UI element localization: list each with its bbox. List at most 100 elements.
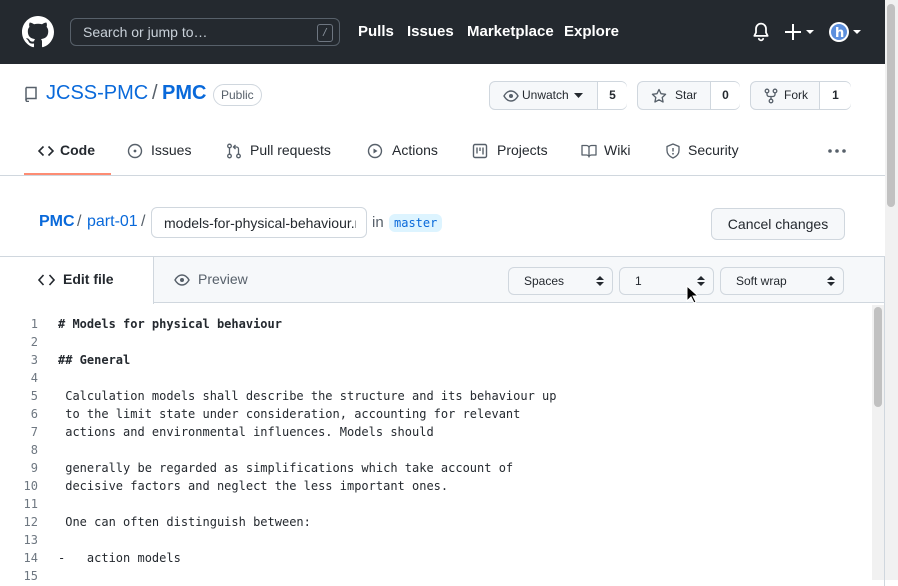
unwatch-button[interactable]: Unwatch (490, 82, 597, 109)
play-circle-icon (367, 143, 383, 159)
branch-badge: master (389, 214, 443, 232)
nav-explore[interactable]: Explore (564, 23, 619, 40)
breadcrumb-folder[interactable]: part-01 (87, 213, 138, 231)
indent-size-select[interactable]: 1 (619, 267, 714, 295)
filename-input[interactable] (164, 214, 356, 232)
watch-button-group: Unwatch 5 (489, 81, 627, 110)
code-icon (38, 145, 54, 157)
line-number: 10 (23, 479, 38, 493)
indent-mode-select[interactable]: Spaces (508, 267, 613, 295)
select-arrows-icon (827, 276, 835, 286)
repo-separator: / (152, 82, 158, 104)
issue-opened-icon (127, 143, 143, 159)
fork-count[interactable]: 1 (819, 82, 851, 109)
star-button[interactable]: Star (638, 82, 710, 109)
star-label: Star (675, 88, 698, 102)
line-number: 2 (30, 335, 38, 349)
fork-button[interactable]: Fork (751, 82, 819, 109)
code-line[interactable]: decisive factors and neglect the less im… (58, 479, 448, 493)
fork-button-group: Fork 1 (750, 81, 851, 110)
indent-mode-value: Spaces (524, 274, 565, 288)
line-number: 6 (30, 407, 38, 421)
star-button-group: Star 0 (637, 81, 740, 110)
tab-issues-label: Issues (151, 142, 192, 158)
book-icon (581, 144, 597, 158)
line-number: 1 (30, 317, 38, 331)
mouse-cursor-icon (686, 285, 698, 304)
wrap-mode-select[interactable]: Soft wrap (720, 267, 844, 295)
breadcrumb-separator: / (77, 213, 82, 230)
line-number: 8 (30, 443, 38, 457)
eye-icon[interactable] (174, 274, 190, 286)
branch-in-label: in (372, 214, 384, 231)
line-number: 3 (30, 353, 38, 367)
code-line[interactable]: Calculation models shall describe the st… (58, 389, 556, 403)
indent-size-value: 1 (635, 274, 642, 288)
watch-count[interactable]: 5 (597, 82, 627, 109)
page-scrollbar-thumb[interactable] (887, 4, 895, 207)
select-arrows-icon (697, 276, 705, 286)
editor-container (0, 256, 885, 586)
editor-scrollbar-thumb[interactable] (874, 307, 882, 407)
avatar[interactable]: h (829, 21, 863, 43)
code-line[interactable]: ## General (58, 353, 130, 367)
code-line[interactable]: # Models for physical behaviour (58, 317, 282, 331)
code-line[interactable]: One can often distinguish between: (58, 515, 311, 529)
breadcrumb-separator: / (141, 213, 146, 230)
code-line[interactable]: to the limit state under consideration, … (58, 407, 520, 421)
line-number: 9 (30, 461, 38, 475)
repo-icon (25, 86, 37, 102)
tabs-divider (0, 175, 885, 176)
shield-icon (666, 143, 680, 159)
pull-request-icon (227, 143, 241, 159)
star-count[interactable]: 0 (710, 82, 740, 109)
code-line[interactable]: - action models (58, 551, 181, 565)
line-number: 7 (30, 425, 38, 439)
tab-wiki-label: Wiki (604, 142, 631, 158)
fork-label: Fork (784, 88, 808, 102)
bell-icon[interactable] (752, 22, 770, 42)
visibility-badge: Public (213, 84, 262, 106)
global-header: / Pulls Issues Marketplace Explore h (0, 0, 898, 64)
code-line[interactable]: generally be regarded as simplifications… (58, 461, 513, 475)
unwatch-label: Unwatch (522, 88, 569, 102)
fork-icon (764, 88, 778, 104)
svg-text:h: h (835, 26, 844, 41)
line-number: 13 (23, 533, 38, 547)
tab-projects-label: Projects (497, 142, 548, 158)
github-logo-icon[interactable] (22, 16, 54, 48)
wrap-mode-value: Soft wrap (736, 274, 787, 288)
line-number: 14 (23, 551, 38, 565)
tab-pull-requests-label: Pull requests (250, 142, 331, 158)
tab-code-label: Code (60, 142, 95, 158)
nav-issues[interactable]: Issues (407, 23, 454, 40)
eye-icon (503, 90, 519, 102)
active-tab-indicator (24, 173, 111, 175)
tab-actions-label: Actions (392, 142, 438, 158)
tab-preview[interactable]: Preview (198, 271, 248, 287)
code-icon (38, 274, 55, 286)
search-input[interactable] (83, 23, 303, 41)
repo-owner-link[interactable]: JCSS-PMC (46, 82, 148, 105)
plus-icon[interactable] (785, 22, 815, 42)
line-number: 11 (23, 497, 38, 511)
edit-file-label: Edit file (63, 271, 114, 287)
tab-security-label: Security (688, 142, 739, 158)
project-board-icon (472, 143, 488, 159)
filename-field[interactable] (151, 207, 367, 238)
line-number: 5 (30, 389, 38, 403)
search-shortcut-hint: / (317, 24, 333, 42)
repo-name-link[interactable]: PMC (162, 82, 206, 105)
code-line[interactable]: actions and environmental influences. Mo… (58, 425, 433, 439)
line-number: 12 (23, 515, 38, 529)
cancel-changes-button[interactable]: Cancel changes (711, 208, 845, 240)
nav-pulls[interactable]: Pulls (358, 23, 394, 40)
nav-marketplace[interactable]: Marketplace (467, 23, 554, 40)
chevron-down-icon (574, 93, 583, 98)
search-box[interactable]: / (70, 18, 340, 46)
line-number: 4 (30, 371, 38, 385)
breadcrumb-root[interactable]: PMC (39, 213, 75, 231)
more-options-icon[interactable] (828, 148, 846, 154)
star-icon (651, 88, 667, 103)
line-number: 15 (23, 569, 38, 583)
